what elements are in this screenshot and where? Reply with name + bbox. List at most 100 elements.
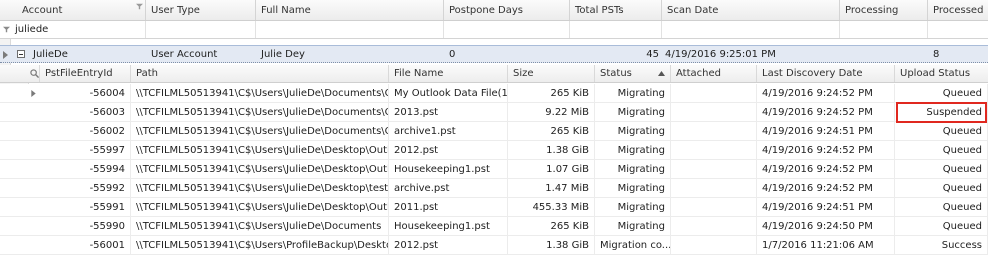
sort-ascending-icon bbox=[658, 71, 665, 76]
cell-attached bbox=[671, 122, 757, 140]
column-path[interactable]: Path bbox=[131, 65, 389, 82]
column-processing[interactable]: Processing bbox=[840, 0, 928, 20]
column-scan-date-label: Scan Date bbox=[667, 5, 719, 16]
cell-id: -55991 bbox=[40, 198, 131, 216]
filter-cell-total-psts[interactable] bbox=[570, 21, 662, 38]
cell-upload-status: Queued bbox=[895, 160, 988, 178]
column-user-type-label: User Type bbox=[151, 5, 200, 16]
cell-last-discovery: 4/19/2016 9:24:51 PM bbox=[757, 122, 895, 140]
cell-attached bbox=[671, 198, 757, 216]
cell-last-discovery: 4/19/2016 9:24:52 PM bbox=[757, 141, 895, 159]
cell-upload-status: Queued bbox=[895, 122, 988, 140]
cell-file-name: Housekeeping1.pst bbox=[389, 217, 508, 235]
column-size[interactable]: Size bbox=[508, 65, 595, 82]
filter-cell-postpone-days[interactable] bbox=[444, 21, 570, 38]
cell-last-discovery: 4/19/2016 9:24:51 PM bbox=[757, 198, 895, 216]
cell-file-name: My Outlook Data File(1)... bbox=[389, 84, 508, 102]
cell-upload-status: Success bbox=[895, 236, 988, 254]
table-row[interactable]: -56003 \\TCFILML50513941\C$\Users\JulieDe… bbox=[0, 103, 988, 122]
cell-id: -56003 bbox=[40, 103, 131, 121]
column-total-psts[interactable]: Total PSTs bbox=[570, 0, 662, 20]
cell-upload-status: Queued bbox=[895, 84, 988, 102]
filter-icon[interactable] bbox=[136, 3, 143, 10]
cell-file-name: archive1.pst bbox=[389, 122, 508, 140]
column-full-name[interactable]: Full Name bbox=[256, 0, 444, 20]
table-row[interactable]: -56004 \\TCFILML50513941\C$\Users\JulieDe… bbox=[0, 84, 988, 103]
column-file-name-label: File Name bbox=[394, 68, 444, 79]
column-processed[interactable]: Processed bbox=[928, 0, 988, 20]
filter-row: juliede bbox=[0, 21, 988, 39]
filter-value: juliede bbox=[15, 24, 49, 35]
column-id-label: PstFileEntryId bbox=[45, 68, 113, 79]
group-full-name: Julie Dey bbox=[261, 49, 305, 60]
table-row[interactable]: -55991 \\TCFILML50513941\C$\Users\JulieDe… bbox=[0, 198, 988, 217]
column-processing-label: Processing bbox=[845, 5, 899, 16]
column-upload-status[interactable]: Upload Status bbox=[895, 65, 988, 82]
filter-cell-processing[interactable] bbox=[840, 21, 928, 38]
top-header-row: Account User Type Full Name Postpone Day… bbox=[0, 0, 988, 21]
column-upload-status-label: Upload Status bbox=[900, 68, 971, 79]
cell-file-name: Housekeeping1.pst bbox=[389, 160, 508, 178]
filter-cell-user-type[interactable] bbox=[146, 21, 256, 38]
cell-last-discovery: 4/19/2016 9:24:52 PM bbox=[757, 84, 895, 102]
detail-search-cell[interactable] bbox=[28, 65, 40, 82]
cell-path: \\TCFILML50513941\C$\Users\ProfileBackup… bbox=[131, 236, 389, 254]
cell-size: 1.07 GiB bbox=[508, 160, 595, 178]
expand-collapse-icon[interactable] bbox=[17, 50, 25, 58]
cell-status: Migrating bbox=[595, 84, 671, 102]
column-user-type[interactable]: User Type bbox=[146, 0, 256, 20]
cell-id: -55997 bbox=[40, 141, 131, 159]
column-path-label: Path bbox=[136, 68, 158, 79]
filter-cell-full-name[interactable] bbox=[256, 21, 444, 38]
table-row[interactable]: -56002 \\TCFILML50513941\C$\Users\JulieDe… bbox=[0, 122, 988, 141]
cell-size: 265 KiB bbox=[508, 122, 595, 140]
table-row[interactable]: -56001 \\TCFILML50513941\C$\Users\Profile… bbox=[0, 236, 988, 255]
table-row[interactable]: -55992 \\TCFILML50513941\C$\Users\JulieDe… bbox=[0, 179, 988, 198]
cell-attached bbox=[671, 103, 757, 121]
cell-id: -55994 bbox=[40, 160, 131, 178]
pst-grid: Account User Type Full Name Postpone Day… bbox=[0, 0, 988, 255]
group-processed: 8 bbox=[933, 49, 940, 60]
group-user-type: User Account bbox=[151, 49, 218, 60]
column-file-name[interactable]: File Name bbox=[389, 65, 508, 82]
column-status[interactable]: Status bbox=[595, 65, 671, 82]
filter-icon bbox=[3, 26, 10, 33]
table-row[interactable]: -55997 \\TCFILML50513941\C$\Users\JulieDe… bbox=[0, 141, 988, 160]
column-full-name-label: Full Name bbox=[261, 5, 311, 16]
table-row[interactable]: -55994 \\TCFILML50513941\C$\Users\JulieDe… bbox=[0, 160, 988, 179]
filter-cell-account[interactable]: juliede bbox=[0, 21, 146, 38]
cell-path: \\TCFILML50513941\C$\Users\JulieDe\Docum… bbox=[131, 122, 389, 140]
column-last-discovery-label: Last Discovery Date bbox=[762, 68, 863, 79]
search-icon[interactable] bbox=[30, 69, 39, 78]
group-processing bbox=[840, 46, 928, 62]
cell-upload-status: Queued bbox=[895, 141, 988, 159]
cell-size: 265 KiB bbox=[508, 84, 595, 102]
cell-file-name: 2012.pst bbox=[389, 236, 508, 254]
filter-cell-processed[interactable] bbox=[928, 21, 988, 38]
column-scan-date[interactable]: Scan Date bbox=[662, 0, 840, 20]
cell-status: Migrating bbox=[595, 160, 671, 178]
group-row[interactable]: JulieDe User Account Julie Dey 0 45 4/19… bbox=[0, 45, 988, 63]
column-attached[interactable]: Attached bbox=[671, 65, 757, 82]
column-last-discovery-date[interactable]: Last Discovery Date bbox=[757, 65, 895, 82]
cell-size: 1.47 MiB bbox=[508, 179, 595, 197]
cell-path: \\TCFILML50513941\C$\Users\JulieDe\Deskt… bbox=[131, 179, 389, 197]
cell-attached bbox=[671, 236, 757, 254]
group-total-psts: 45 bbox=[646, 49, 659, 60]
table-row[interactable]: -55990 \\TCFILML50513941\C$\Users\JulieDe… bbox=[0, 217, 988, 236]
cell-status: Migrating bbox=[595, 198, 671, 216]
cell-path: \\TCFILML50513941\C$\Users\JulieDe\Deskt… bbox=[131, 160, 389, 178]
cell-id: -56002 bbox=[40, 122, 131, 140]
detail-header-row: PstFileEntryId Path File Name Size Statu… bbox=[0, 65, 988, 83]
cell-file-name: 2013.pst bbox=[389, 103, 508, 121]
cell-id: -55992 bbox=[40, 179, 131, 197]
column-attached-label: Attached bbox=[676, 68, 721, 79]
cell-path: \\TCFILML50513941\C$\Users\JulieDe\Docum… bbox=[131, 103, 389, 121]
filter-cell-scan-date[interactable] bbox=[662, 21, 840, 38]
column-account[interactable]: Account bbox=[0, 0, 146, 20]
column-postpone-days[interactable]: Postpone Days bbox=[444, 0, 570, 20]
column-processed-label: Processed bbox=[933, 5, 984, 16]
column-pst-file-entry-id[interactable]: PstFileEntryId bbox=[40, 65, 131, 82]
cell-id: -56001 bbox=[40, 236, 131, 254]
cell-path: \\TCFILML50513941\C$\Users\JulieDe\Docum… bbox=[131, 84, 389, 102]
